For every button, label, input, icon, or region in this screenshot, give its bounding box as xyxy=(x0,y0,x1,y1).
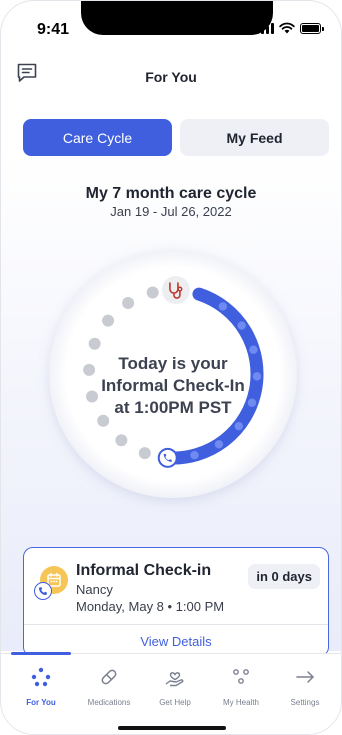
tab-settings[interactable]: Settings xyxy=(273,664,337,714)
bottom-tab-bar: For You Medications Get Help My Health S… xyxy=(1,652,341,734)
appointment-provider: Nancy xyxy=(76,582,113,597)
pending-milestone-dot[interactable] xyxy=(115,434,128,447)
completed-milestone-dot xyxy=(234,421,244,431)
care-cycle-ring: Today is your Informal Check-In at 1:00P… xyxy=(48,249,298,499)
completed-milestone-dot xyxy=(214,440,224,449)
page-title: For You xyxy=(145,69,197,85)
status-time: 9:41 xyxy=(37,21,70,38)
heart-hand-icon xyxy=(165,672,184,687)
current-checkin-phone-icon[interactable] xyxy=(157,447,178,468)
tab-label-medications: Medications xyxy=(87,698,131,707)
status-bar: 9:41 xyxy=(1,1,341,51)
days-until-badge: in 0 days xyxy=(248,564,320,589)
tab-my-health[interactable]: My Health xyxy=(209,664,273,714)
center-message: Today is your Informal Check-In at 1:00P… xyxy=(88,353,258,419)
phone-call-icon xyxy=(34,582,52,600)
tab-label-get-help: Get Help xyxy=(159,698,191,707)
appointment-card[interactable]: Informal Check-in Nancy Monday, May 8 • … xyxy=(23,547,329,657)
pending-milestone-dot[interactable] xyxy=(146,286,159,299)
center-line-3: at 1:00PM PST xyxy=(114,398,232,417)
device-notch xyxy=(81,1,273,35)
pending-milestone-dot[interactable] xyxy=(88,337,101,350)
pending-milestone-dot[interactable] xyxy=(122,296,135,309)
completed-milestone-dot xyxy=(190,451,199,460)
dots-cluster-icon xyxy=(31,667,51,687)
tab-medications[interactable]: Medications xyxy=(77,664,141,714)
tab-for-you[interactable]: For You xyxy=(9,664,73,714)
view-toggle: Care Cycle My Feed xyxy=(23,119,329,156)
my-feed-tab[interactable]: My Feed xyxy=(180,119,329,156)
card-divider xyxy=(24,624,328,625)
cycle-dates: Jan 19 - Jul 26, 2022 xyxy=(110,204,232,219)
center-line-1: Today is your xyxy=(118,354,228,373)
tab-label-settings: Settings xyxy=(290,698,320,707)
completed-milestone-dot xyxy=(218,302,228,311)
arrow-right-icon xyxy=(296,671,314,683)
phone-screen: 9:41 For You Care Cycle My Feed My 7 mon… xyxy=(0,0,342,735)
cycle-title: My 7 month care cycle xyxy=(85,185,257,202)
tab-label-for-you: For You xyxy=(26,698,56,707)
home-indicator xyxy=(118,726,226,730)
pending-milestone-dot[interactable] xyxy=(102,314,115,327)
header: For You xyxy=(1,53,341,97)
stethoscope-icon[interactable] xyxy=(161,276,190,305)
nodes-icon xyxy=(233,669,249,684)
tab-label-my-health: My Health xyxy=(222,698,259,707)
appointment-datetime: Monday, May 8 • 1:00 PM xyxy=(76,599,225,614)
completed-milestone-dot xyxy=(237,321,246,330)
wifi-icon xyxy=(279,22,295,34)
active-tab-indicator xyxy=(11,652,71,655)
tab-get-help[interactable]: Get Help xyxy=(143,664,207,714)
care-cycle-tab[interactable]: Care Cycle xyxy=(23,119,172,156)
center-line-2: Informal Check-In xyxy=(101,376,245,395)
pill-icon xyxy=(101,669,117,685)
pending-milestone-dot[interactable] xyxy=(138,447,151,460)
battery-icon xyxy=(300,22,324,34)
cellular-signal-icon xyxy=(256,22,274,34)
view-details-link[interactable]: View Details xyxy=(24,634,328,649)
appointment-title: Informal Check-in xyxy=(76,562,212,579)
appointment-icon-group xyxy=(34,566,68,600)
status-icons xyxy=(256,22,324,34)
